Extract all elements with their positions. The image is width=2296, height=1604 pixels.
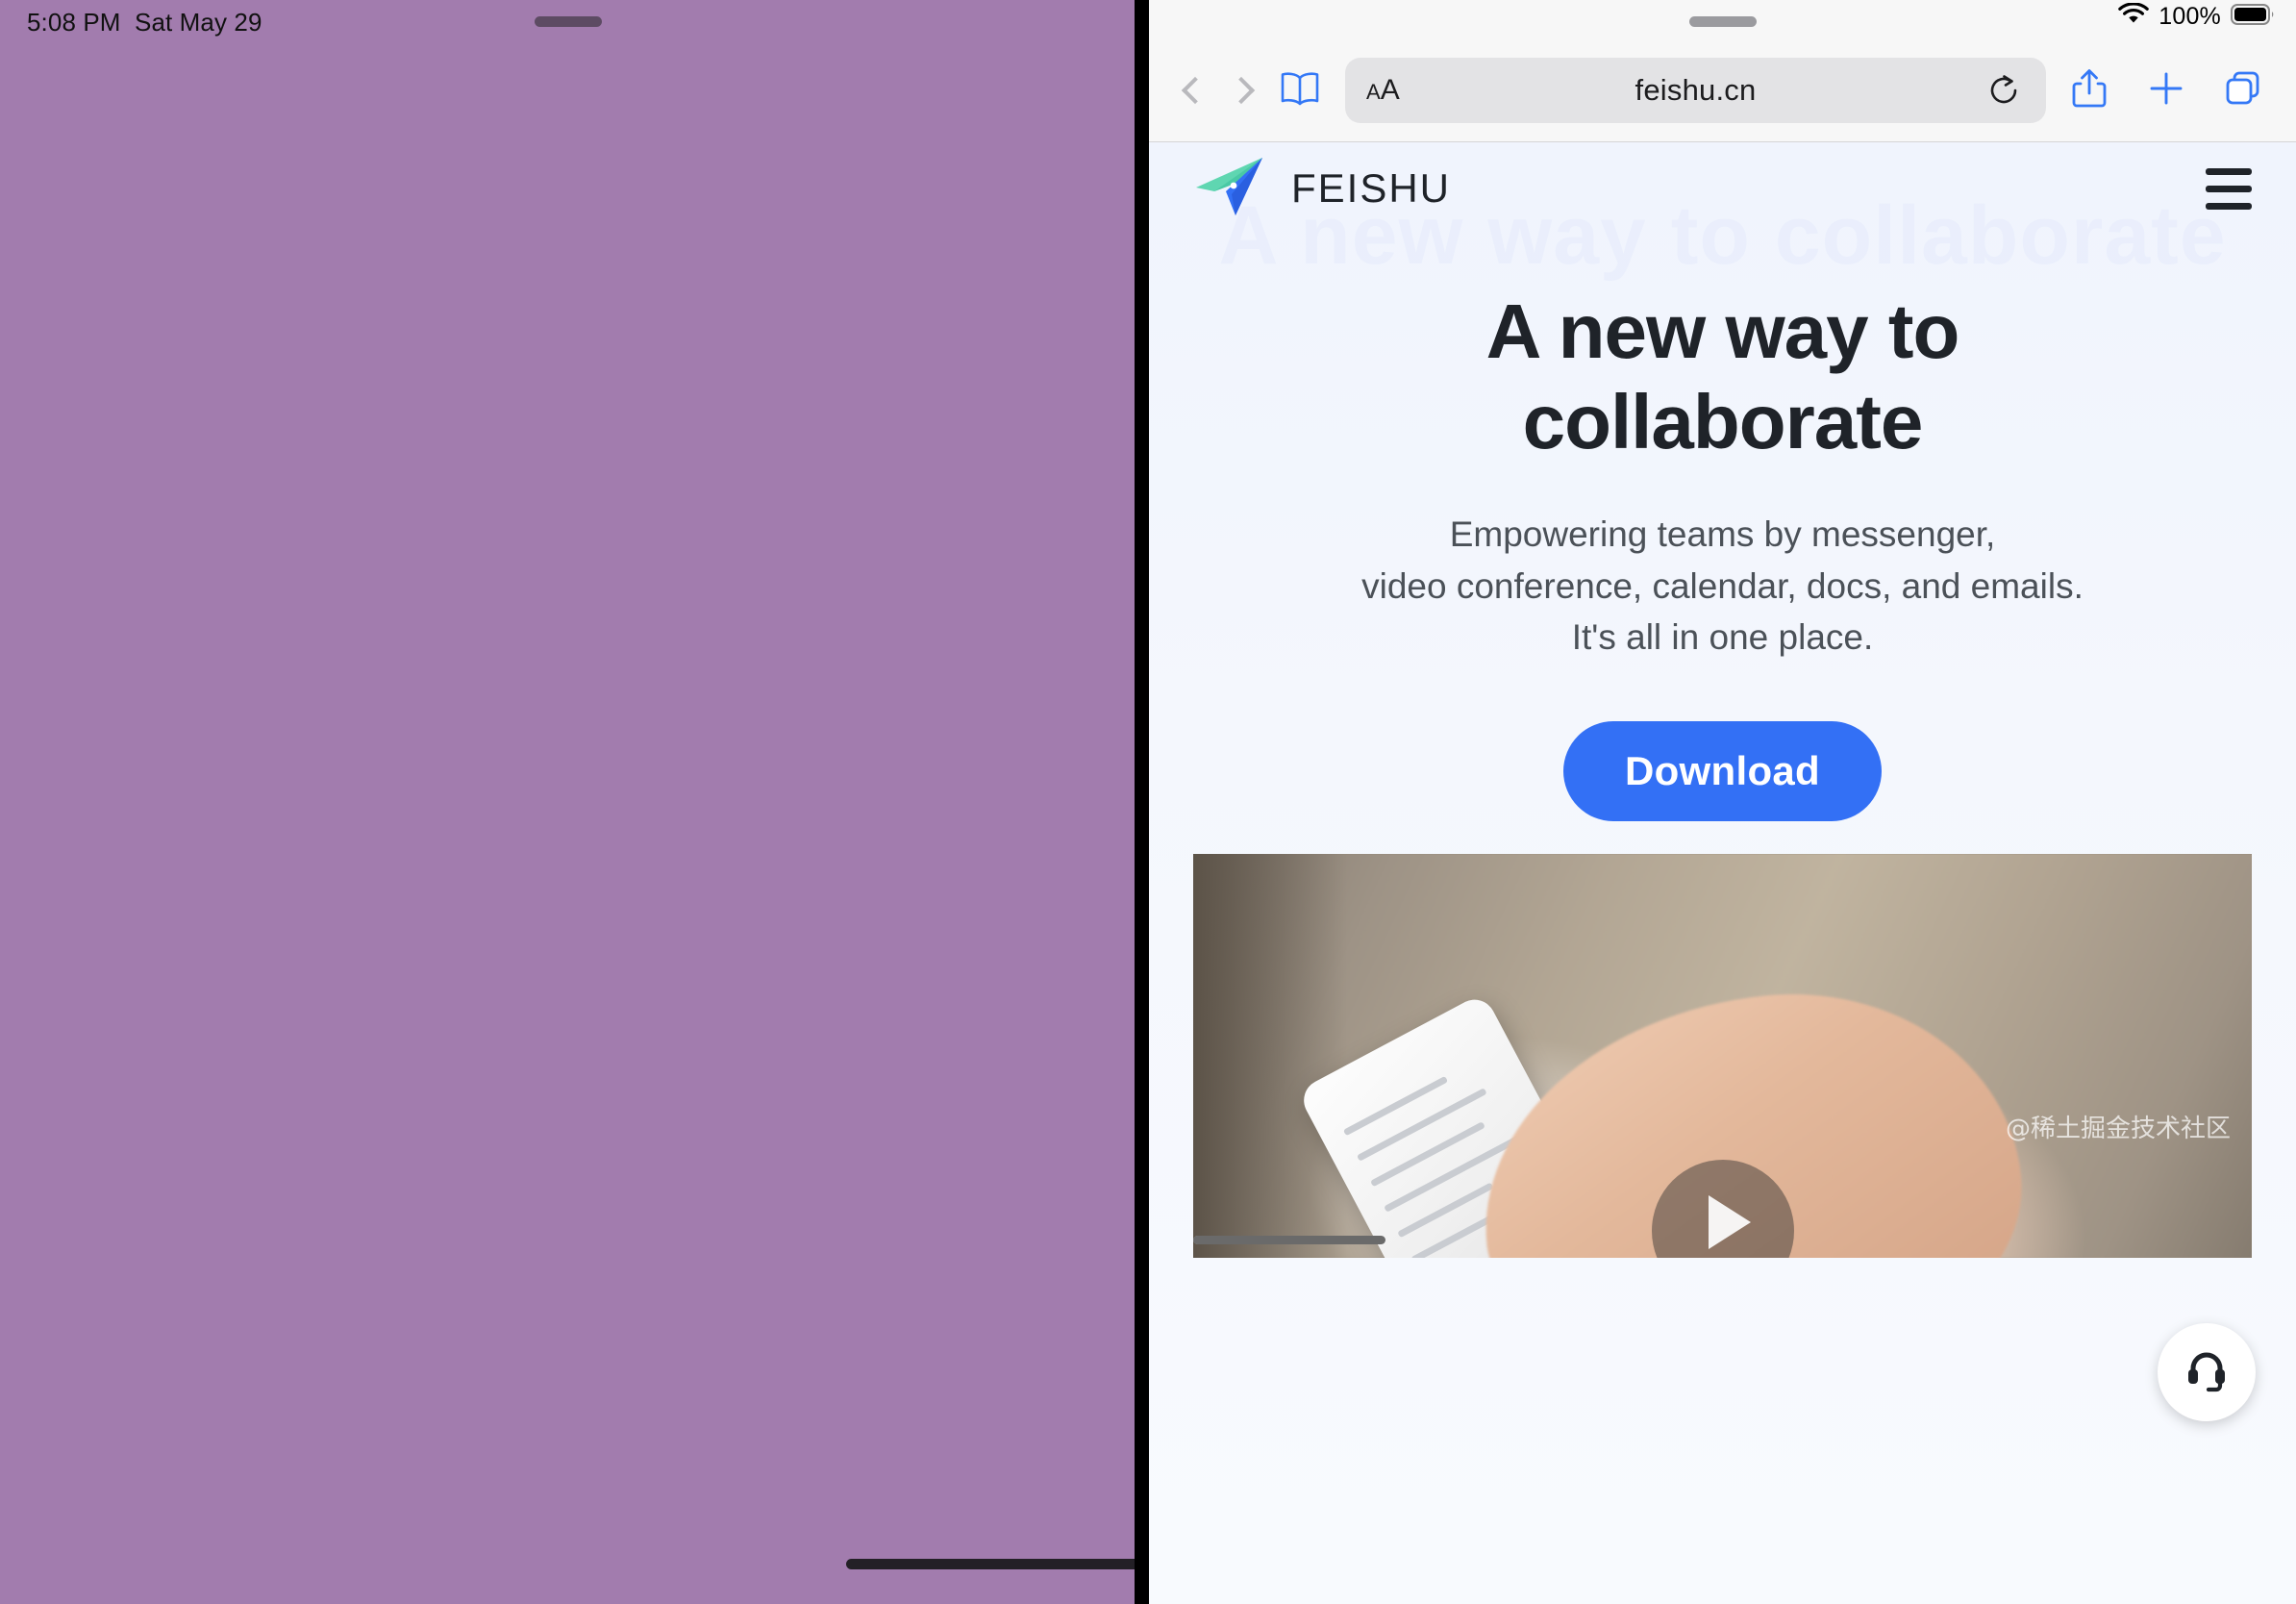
webpage-content: FEISHU A new way to collaborate A new wa…	[1149, 142, 2296, 1604]
brand-logo-group[interactable]: FEISHU	[1193, 155, 1451, 223]
site-header: FEISHU	[1149, 142, 2296, 235]
hero-section: A new way to collaborate Empowering team…	[1149, 287, 2296, 822]
share-button[interactable]	[2061, 63, 2117, 118]
page-title: A new way to collaborate	[1149, 287, 2296, 466]
hero-subtitle-line-2: video conference, calendar, docs, and em…	[1361, 565, 2084, 606]
split-view-divider[interactable]	[1135, 0, 2281, 1604]
plus-icon	[2147, 69, 2185, 113]
reload-button[interactable]	[1986, 73, 2021, 108]
hamburger-menu-icon[interactable]	[2206, 167, 2252, 210]
status-date: Sat May 29	[135, 8, 262, 37]
safari-browser-pane: 100% A A feishu.cn FEISHU A new way to c…	[1149, 0, 2296, 1604]
text-size-button[interactable]: AA	[1366, 74, 1400, 107]
status-indicators: 100%	[2118, 2, 2275, 31]
video-vignette	[1193, 854, 1347, 1258]
hero-subtitle: Empowering teams by messenger, video con…	[1149, 509, 2296, 664]
address-bar[interactable]: AA feishu.cn	[1345, 58, 2046, 123]
support-button[interactable]	[2158, 1323, 2256, 1421]
hamburger-line-3	[2206, 202, 2252, 210]
status-clock: 5:08 PM	[27, 8, 121, 37]
multitask-grabber-handle[interactable]	[535, 16, 602, 27]
text-size-small-a: A	[1366, 80, 1381, 104]
url-text[interactable]: feishu.cn	[1345, 73, 2046, 108]
play-triangle	[1708, 1195, 1751, 1249]
hero-video-card[interactable]: @稀土掘金技术社区	[1193, 854, 2252, 1258]
safari-status-bar: 100%	[1149, 0, 2296, 42]
chevron-right-icon	[1227, 76, 1256, 105]
hero-title-line-1: A new way to	[1485, 288, 1960, 374]
headset-icon	[2182, 1345, 2232, 1400]
wifi-icon	[2118, 2, 2150, 31]
book-icon	[1279, 70, 1321, 112]
battery-percentage: 100%	[2159, 3, 2221, 30]
hamburger-line-1	[2206, 167, 2252, 175]
paper-plane-logo	[1193, 155, 1270, 223]
reload-icon	[1986, 75, 2021, 112]
ipad-split-view-screen: 5:08 PM Sat May 29 100% A A feishu.cn FE…	[0, 0, 2296, 1604]
left-app-pane: 5:08 PM Sat May 29	[0, 0, 1442, 1604]
hamburger-line-2	[2206, 185, 2252, 192]
safari-toolbar: AA feishu.cn	[1149, 42, 2296, 138]
brand-name: FEISHU	[1291, 165, 1452, 211]
forward-button[interactable]	[1218, 64, 1270, 116]
hero-subtitle-line-1: Empowering teams by messenger,	[1449, 514, 1996, 555]
video-progress-track[interactable]	[1193, 1236, 1385, 1244]
tabs-icon	[2223, 68, 2263, 113]
back-button[interactable]	[1166, 64, 1218, 116]
bookmarks-button[interactable]	[1270, 63, 1330, 118]
hero-subtitle-line-3: It's all in one place.	[1571, 617, 1874, 658]
new-tab-button[interactable]	[2138, 63, 2194, 118]
download-button[interactable]: Download	[1562, 721, 1883, 822]
battery-full-icon	[2231, 3, 2275, 31]
multitask-grabber-handle-right[interactable]	[1688, 16, 1757, 27]
video-progress-fill	[1193, 1236, 1385, 1244]
toolbar-right-group	[2061, 63, 2296, 118]
chevron-left-icon	[1181, 76, 1210, 105]
hero-title-line-2: collaborate	[1522, 378, 1924, 464]
share-icon	[2070, 67, 2109, 114]
show-tabs-button[interactable]	[2215, 63, 2271, 118]
text-size-large-a: A	[1380, 74, 1400, 106]
safari-chrome: 100% A A feishu.cn	[1149, 0, 2296, 142]
